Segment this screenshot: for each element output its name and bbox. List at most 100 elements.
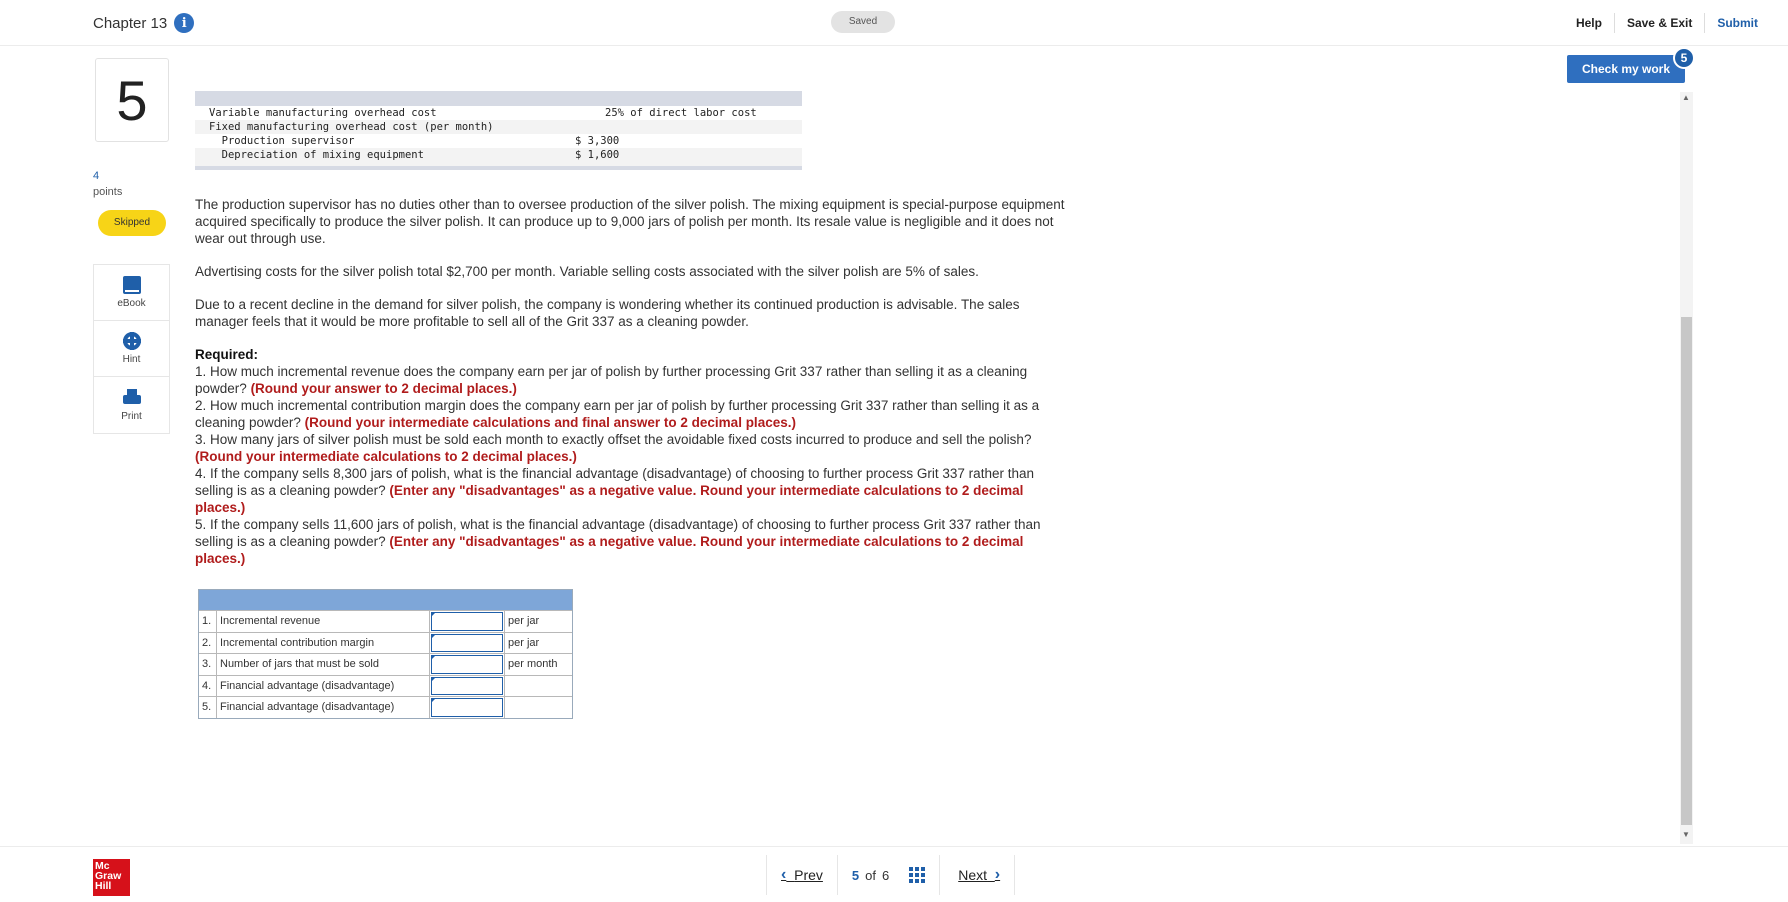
info-icon[interactable]: i	[174, 13, 195, 33]
print-label: Print	[121, 410, 142, 422]
mcgraw-hill-logo: Mc Graw Hill	[93, 859, 130, 896]
current-question: 5	[851, 867, 860, 883]
financial-advantage-11600-input[interactable]	[431, 698, 503, 717]
of-label: of	[865, 867, 876, 883]
answer-table: 1. Incremental revenue per jar 2. Increm…	[198, 589, 573, 719]
financial-advantage-8300-input[interactable]	[431, 676, 503, 695]
requirement-text: 3. How many jars of silver polish must b…	[195, 432, 1032, 447]
answer-row: 2. Incremental contribution margin per j…	[199, 631, 572, 653]
row-unit	[505, 697, 572, 718]
skipped-status-badge: Skipped	[98, 210, 166, 236]
logo-line: Hill	[95, 880, 112, 892]
prev-label: Prev	[794, 867, 823, 883]
check-count-badge: 5	[1673, 47, 1695, 69]
requirement-item: 2. How much incremental contribution mar…	[195, 397, 1070, 431]
scrollbar-thumb[interactable]	[1681, 317, 1692, 825]
requirement-item: 5. If the company sells 11,600 jars of p…	[195, 516, 1070, 567]
table-bottom-rule	[195, 162, 802, 170]
answer-table-header	[199, 590, 572, 610]
paragraph: Advertising costs for the silver polish …	[195, 264, 979, 279]
required-heading: Required:	[195, 347, 259, 362]
requirement-note: (Round your intermediate calculations an…	[304, 415, 796, 430]
submit-link[interactable]: Submit	[1705, 16, 1788, 30]
row-label: Incremental revenue	[217, 611, 430, 632]
row-label: Production supervisor	[209, 135, 355, 147]
row-label: Financial advantage (disadvantage)	[217, 675, 430, 696]
paragraph: The production supervisor has no duties …	[195, 197, 1065, 246]
answer-row: 3. Number of jars that must be sold per …	[199, 653, 572, 675]
ebook-label: eBook	[117, 298, 146, 309]
chevron-left-icon: ‹	[781, 866, 787, 883]
row-unit: per month	[508, 658, 558, 670]
lifebuoy-icon	[122, 332, 141, 350]
answer-input-cell	[430, 654, 505, 675]
requirement-note: (Round your answer to 2 decimal places.)	[250, 381, 517, 396]
answer-input-cell	[430, 675, 505, 696]
row-label: Variable manufacturing overhead cost	[209, 107, 437, 119]
row-label: Number of jars that must be sold	[217, 654, 430, 675]
requirement-item: 3. How many jars of silver polish must b…	[195, 431, 1070, 465]
scroll-down-arrow-icon[interactable]: ▼	[1682, 830, 1690, 839]
ebook-button[interactable]: eBook	[94, 265, 169, 321]
jars-to-sell-input[interactable]	[431, 655, 503, 674]
hint-label: Hint	[122, 354, 141, 365]
table-row: Fixed manufacturing overhead cost (per m…	[195, 120, 802, 134]
answer-input-cell	[430, 611, 505, 632]
cost-data-table: Variable manufacturing overhead cost 25%…	[195, 91, 802, 170]
requirements: Required: 1. How much incremental revenu…	[195, 346, 1070, 567]
book-icon	[122, 276, 141, 294]
save-exit-link[interactable]: Save & Exit	[1615, 16, 1704, 30]
requirement-item: 4. If the company sells 8,300 jars of po…	[195, 465, 1070, 516]
table-row: Depreciation of mixing equipment $ 1,600	[195, 148, 802, 162]
row-value: $ 1,600	[575, 149, 620, 161]
row-number: 3.	[199, 654, 217, 675]
chapter-title: Chapter 13 i	[93, 13, 195, 33]
answer-row: 4. Financial advantage (disadvantage)	[199, 674, 572, 697]
paragraph: Due to a recent decline in the demand fo…	[195, 297, 1020, 329]
prev-button[interactable]: ‹ Prev	[766, 855, 838, 895]
saved-status-badge: Saved	[831, 11, 895, 33]
requirement-item: 1. How much incremental revenue does the…	[195, 363, 1070, 397]
points-label: points	[93, 186, 123, 198]
row-unit: per jar	[508, 615, 540, 627]
row-number: 1.	[199, 611, 217, 632]
question-pager: ‹ Prev 5 of 6 Next ›	[766, 855, 1016, 895]
chapter-label: Chapter 13	[93, 14, 168, 32]
row-label: Incremental contribution margin	[217, 632, 430, 653]
row-label: Depreciation of mixing equipment	[209, 149, 424, 161]
next-button[interactable]: Next ›	[939, 855, 1016, 895]
tool-panel: eBook Hint Print	[93, 264, 170, 434]
check-my-work-button[interactable]: Check my work	[1567, 55, 1685, 83]
answer-input-cell	[430, 632, 505, 653]
row-label: Fixed manufacturing overhead cost (per m…	[209, 121, 494, 133]
requirement-note: (Round your intermediate calculations to…	[195, 449, 577, 464]
question-text: The production supervisor has no duties …	[195, 196, 1070, 567]
row-value: $ 3,300	[575, 135, 620, 147]
table-row: Variable manufacturing overhead cost 25%…	[195, 106, 802, 120]
footer: Mc Graw Hill ‹ Prev 5 of 6 Next ›	[0, 846, 1788, 902]
answer-input-cell	[430, 697, 505, 718]
grid-icon[interactable]	[909, 867, 926, 883]
row-number: 4.	[199, 675, 217, 696]
chevron-right-icon: ›	[994, 866, 1001, 883]
points-value: 4	[93, 170, 100, 182]
incremental-revenue-input[interactable]	[431, 612, 503, 631]
contribution-margin-input[interactable]	[431, 633, 503, 652]
row-unit	[505, 676, 572, 697]
row-number: 5.	[199, 697, 217, 718]
help-link[interactable]: Help	[1564, 16, 1614, 30]
row-number: 2.	[199, 632, 217, 653]
answer-row: 5. Financial advantage (disadvantage)	[199, 696, 572, 718]
printer-icon	[122, 388, 141, 407]
question-position[interactable]: 5 of 6	[838, 867, 939, 883]
answer-row: 1. Incremental revenue per jar	[199, 610, 572, 632]
row-unit: per jar	[508, 636, 540, 649]
row-label: Financial advantage (disadvantage)	[217, 697, 430, 718]
scroll-up-arrow-icon[interactable]: ▲	[1682, 93, 1690, 102]
hint-button[interactable]: Hint	[94, 321, 169, 377]
total-questions: 6	[881, 867, 890, 883]
table-row: Production supervisor $ 3,300	[195, 134, 802, 148]
next-label: Next	[958, 867, 988, 883]
print-button[interactable]: Print	[94, 377, 169, 433]
table-top-rule	[195, 91, 802, 106]
